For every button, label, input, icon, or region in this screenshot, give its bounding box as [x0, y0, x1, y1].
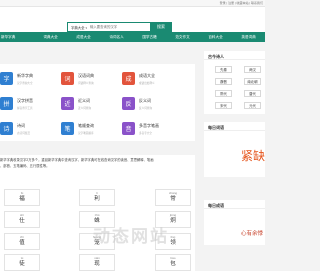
dynasty-chip[interactable]: 魏晋 [215, 78, 232, 85]
tool-subtitle: 多音字大全 [139, 131, 152, 135]
tools-panel: 字 新华字典汉字查询大全 词 汉语词典词语释义查询 成 成语大全成语出处释义 拼… [0, 64, 195, 141]
character-label: 徒 [19, 260, 25, 267]
tool-bishun[interactable]: 笔 笔顺查询汉字笔画顺序 [61, 122, 121, 142]
antonym-icon: 反 [122, 97, 135, 110]
stroke-order-icon: 笔 [61, 122, 74, 135]
character-cell[interactable]: bāo 包 [155, 254, 191, 271]
character-cell[interactable]: lì 利 [79, 189, 115, 206]
character-label: 常 [170, 195, 176, 202]
panel-title: 每日成语 [204, 200, 265, 209]
nav-item-chengyu[interactable]: 成语大全 [67, 32, 100, 42]
daily-word[interactable]: 紧缺 [241, 147, 265, 164]
tool-pinyin[interactable]: 拼 汉字拼音拼音查字工具 [0, 97, 60, 117]
character-cell[interactable]: lǐng 领 [155, 233, 191, 250]
polyphone-icon: 音 [122, 122, 135, 135]
nav-item-zidian[interactable]: 新华字典 [0, 32, 34, 42]
nav-item-fanwen[interactable]: 范文作文 [166, 32, 199, 42]
daily-idiom[interactable]: 心有余悸 [241, 229, 263, 237]
word-icon: 词 [61, 72, 74, 85]
dictionary-icon: 字 [0, 72, 13, 85]
tool-title: 新华字典 [17, 73, 33, 78]
intro-text: 新华字典收录汉字2万多个，重延新华字典中查询汉字，新华字典可在线查询汉字的读音、… [0, 155, 195, 180]
tool-zidian[interactable]: 字 新华字典汉字查询大全 [0, 72, 60, 92]
dynasty-chip[interactable]: 先秦 [215, 66, 232, 73]
character-cell[interactable]: fú 福 [4, 189, 40, 206]
tool-duoyinzi[interactable]: 音 多音字笔画多音字大全 [122, 122, 182, 142]
tool-chengyu[interactable]: 成 成语大全成语出处释义 [122, 72, 182, 92]
top-bar: 登录 | 注册 | 收藏本站 | 联系我们 [0, 0, 265, 7]
nav-item-shici[interactable]: 诗词名人 [100, 32, 133, 42]
panel-title: 古今诗人 [204, 51, 265, 60]
dynasty-chip[interactable]: 南北朝 [244, 78, 261, 85]
pinyin-icon: 拼 [0, 97, 13, 110]
character-label: 包 [170, 260, 176, 267]
tool-title: 反义词 [139, 98, 151, 103]
character-cell[interactable]: zhū 蛛 [79, 211, 115, 228]
intro-line: 、部首、五笔编码、五行属性等。 [0, 163, 50, 168]
tool-subtitle: 反义词查询 [139, 106, 152, 110]
dynasty-chip[interactable]: 宋代 [215, 102, 232, 109]
character-cell[interactable]: huáng 笼 [79, 233, 115, 250]
tool-title: 多音字笔画 [139, 123, 159, 128]
character-cell[interactable]: xiàn 现 [79, 254, 115, 271]
tool-shici[interactable]: 诗 诗词古诗词鉴赏 [0, 122, 60, 142]
nav-item-yingyu[interactable]: 英语词典 [232, 32, 265, 42]
daily-word-panel: 每日词语 紧缺 [204, 122, 265, 177]
tool-subtitle: 汉字笔画顺序 [78, 131, 94, 135]
character-label: 现 [94, 260, 100, 267]
tool-fanyici[interactable]: 反 反义词反义词查询 [122, 97, 182, 117]
character-label: 福 [19, 195, 25, 202]
search-area: 字典大全 ▾ 搜索 [0, 7, 265, 32]
tool-subtitle: 近义词查询 [78, 106, 91, 110]
character-label: 利 [94, 195, 100, 202]
character-cell[interactable]: zhí 值 [4, 233, 40, 250]
tool-title: 成语大全 [139, 73, 155, 78]
panel-title: 每日词语 [204, 122, 265, 131]
character-cell[interactable]: shì 仕 [4, 211, 40, 228]
dynasty-chip[interactable]: 隋代 [215, 90, 232, 97]
daily-idiom-panel: 每日成语 心有余悸 [204, 200, 265, 245]
tool-subtitle: 汉字查询大全 [17, 81, 33, 85]
tool-jinyici[interactable]: 近 近义词近义词查询 [61, 97, 121, 117]
dynasty-chip[interactable]: 元代 [244, 102, 261, 109]
tool-title: 近义词 [78, 98, 90, 103]
character-cell[interactable]: tú 徒 [4, 254, 40, 271]
character-cell[interactable]: jiǒng 炯 [155, 211, 191, 228]
search-input[interactable] [90, 23, 150, 31]
tool-title: 汉字拼音 [17, 98, 33, 103]
character-label: 领 [170, 239, 176, 246]
poets-panel: 古今诗人 先秦 两汉 魏晋 南北朝 隋代 唐代 宋代 元代 [204, 51, 265, 114]
character-label: 仕 [19, 217, 25, 224]
tool-title: 诗词 [17, 123, 25, 128]
dynasty-chip[interactable]: 唐代 [244, 90, 261, 97]
tool-subtitle: 古诗词鉴赏 [17, 131, 30, 135]
tool-title: 笔顺查询 [78, 123, 94, 128]
tool-subtitle: 拼音查字工具 [17, 106, 33, 110]
tool-subtitle: 词语释义查询 [78, 81, 94, 85]
idiom-icon: 成 [122, 72, 135, 85]
character-grid: fú 福 lì 利 cháng 常 shì 仕 zhū 蛛 jiǒng 炯 zhí 值 huá… [0, 180, 195, 271]
top-links[interactable]: 登录 | 注册 | 收藏本站 | 联系我们 [220, 1, 263, 5]
search-type-select[interactable]: 字典大全 ▾ [68, 25, 90, 30]
tool-title: 汉语词典 [78, 73, 94, 78]
nav-item-cidian[interactable]: 词典大全 [34, 32, 67, 42]
dynasty-chip[interactable]: 两汉 [244, 66, 261, 73]
search-box: 字典大全 ▾ 搜索 [67, 22, 172, 32]
character-label: 值 [19, 239, 25, 246]
nav-item-guoxue[interactable]: 国学古籍 [133, 32, 166, 42]
tool-cidian[interactable]: 词 汉语词典词语释义查询 [61, 72, 121, 92]
nav-item-baike[interactable]: 百科大全 [199, 32, 232, 42]
main-nav: 新华字典 词典大全 成语大全 诗词名人 国学古籍 范文作文 百科大全 英语词典 [0, 32, 265, 42]
character-label: 炯 [170, 217, 176, 224]
chevron-down-icon: ▾ [85, 25, 88, 30]
poetry-icon: 诗 [0, 122, 13, 135]
tool-subtitle: 成语出处释义 [139, 81, 155, 85]
search-button[interactable]: 搜索 [150, 22, 172, 32]
character-label: 蛛 [94, 217, 100, 224]
character-cell[interactable]: cháng 常 [155, 189, 191, 206]
synonym-icon: 近 [61, 97, 74, 110]
character-label: 笼 [94, 239, 100, 246]
